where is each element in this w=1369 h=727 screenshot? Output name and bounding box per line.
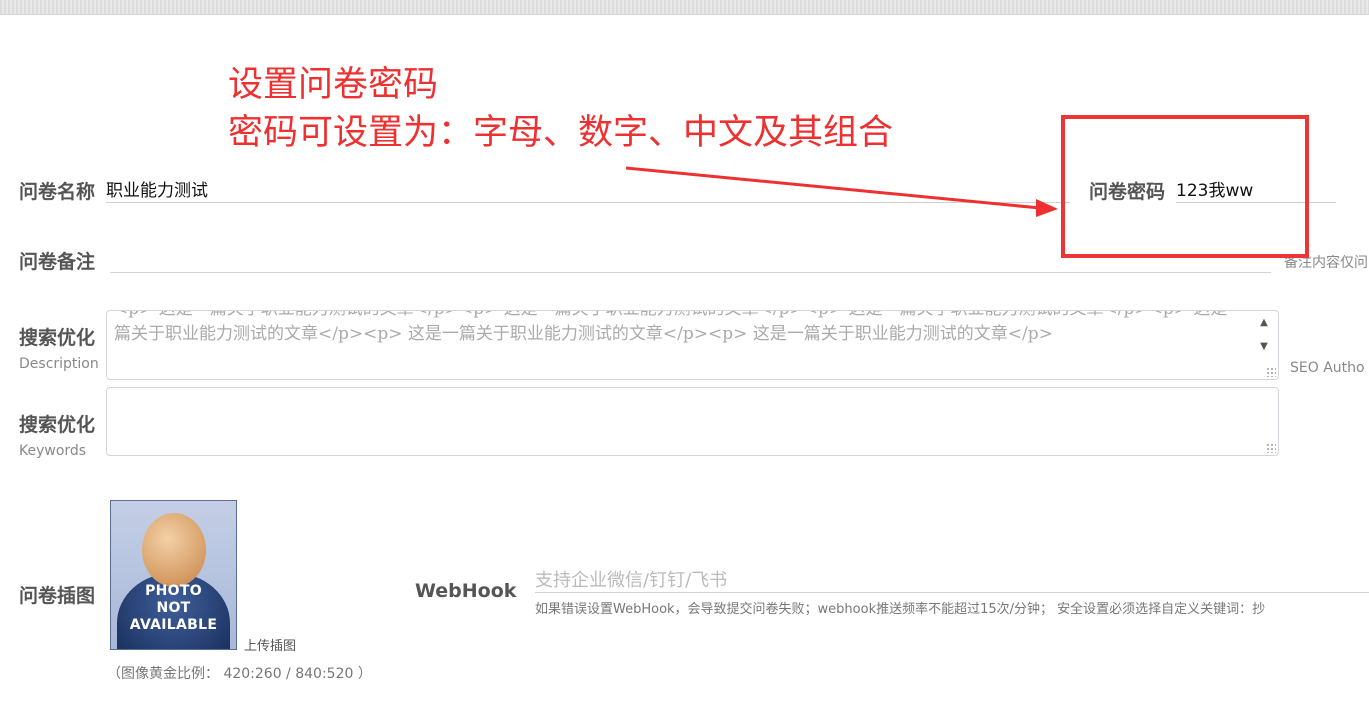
annotation-arrow-icon — [625, 166, 1058, 217]
